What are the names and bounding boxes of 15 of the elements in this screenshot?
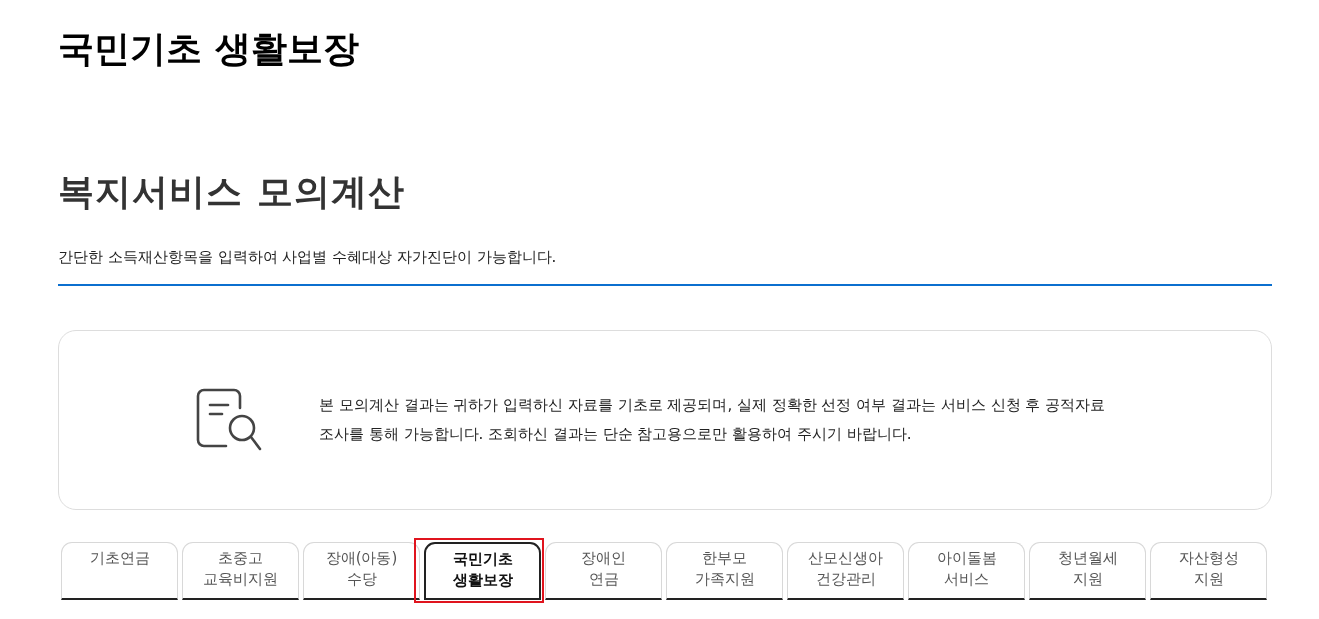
tab[interactable]: 국민기초 생활보장 — [424, 542, 541, 600]
notice-text: 본 모의계산 결과는 귀하가 입력하신 자료를 기초로 제공되며, 실제 정확한 선정 여부 결과는 서비스 신청 후 공적자료 조사를 통해 가능합니다. 조회하신 결과는 단순 참고용으로만 활용하여 주시기 바랍니다. — [319, 395, 1107, 445]
tab[interactable]: 자산형성 지원 — [1150, 542, 1267, 600]
section-title: 복지서비스 모의계산 — [58, 170, 405, 214]
tab[interactable]: 한부모 가족지원 — [666, 542, 783, 600]
page-title: 국민기초 생활보장 — [58, 27, 359, 71]
tab[interactable]: 아이돌봄 서비스 — [908, 542, 1025, 600]
tab[interactable]: 초중고 교육비지원 — [182, 542, 299, 600]
section-description: 간단한 소득재산항목을 입력하여 사업별 수혜대상 자가진단이 가능합니다. — [58, 247, 557, 268]
tab[interactable]: 기초연금 — [61, 542, 178, 600]
tab[interactable]: 청년월세 지원 — [1029, 542, 1146, 600]
tab[interactable]: 산모신생아 건강관리 — [787, 542, 904, 600]
tab[interactable]: 장애(아동) 수당 — [303, 542, 420, 600]
tab[interactable]: 장애인 연금 — [545, 542, 662, 600]
document-search-icon — [196, 388, 264, 452]
